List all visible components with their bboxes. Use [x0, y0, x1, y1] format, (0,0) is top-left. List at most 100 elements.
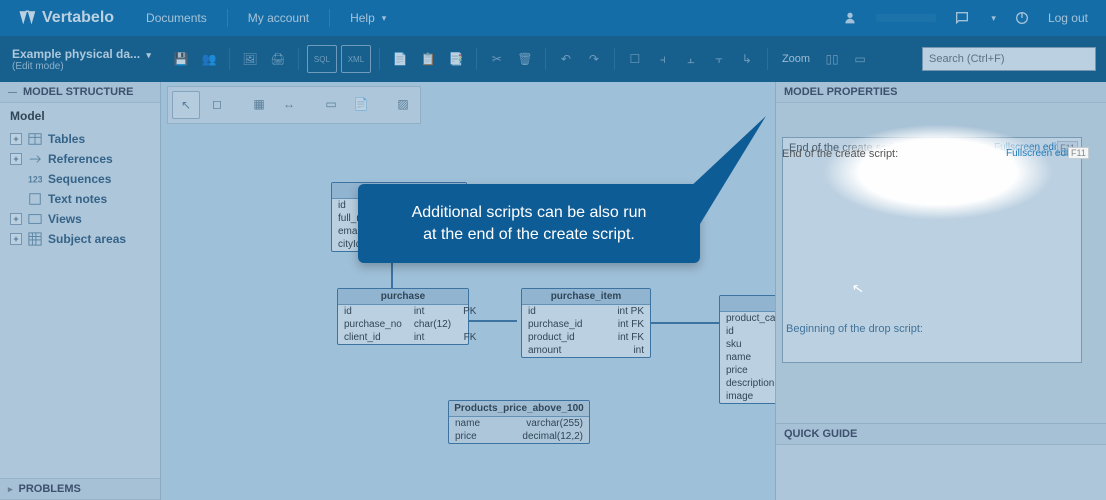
table-icon [28, 132, 42, 146]
canvas-toolbar: ↖ ◻ ▦ ↔ ▭ 📄 ▨ [167, 86, 421, 124]
save-icon[interactable]: 💾 [169, 47, 193, 71]
delete-icon[interactable]: 🗑 [513, 47, 537, 71]
new-doc-icon[interactable]: 📄 [388, 47, 412, 71]
cut-icon[interactable]: ✂ [485, 47, 509, 71]
xml-icon[interactable]: XML [341, 45, 371, 73]
top-nav: Documents My account Help▾ [132, 0, 400, 36]
vertabelo-icon [18, 9, 36, 27]
nav-help[interactable]: Help▾ [336, 0, 400, 36]
brand-name: Vertabelo [42, 9, 114, 27]
table-columns: idintPKpurchase_nochar(12)client_idintFK [338, 305, 482, 344]
logout-link[interactable]: Log out [1048, 11, 1088, 25]
model-structure-header[interactable]: —MODEL STRUCTURE [0, 82, 160, 103]
collapse-icon: — [8, 87, 17, 97]
search-input[interactable] [922, 47, 1096, 71]
undo-icon[interactable]: ↶ [554, 47, 578, 71]
fit-page-icon[interactable]: ▭ [848, 47, 872, 71]
f11-overlay: F11 [1068, 147, 1089, 159]
left-panel: —MODEL STRUCTURE Model +Tables +Referenc… [0, 82, 161, 500]
chevron-down-icon: ▾ [382, 0, 387, 36]
callout-tail-icon [672, 112, 782, 232]
table-columns: product_category_idintFKidintPKskuchar(1… [720, 312, 775, 403]
nav-sep [329, 9, 330, 27]
tutorial-callout: Additional scripts can be also run at th… [358, 184, 700, 263]
model-tree: +Tables +References 123Sequences Text no… [0, 129, 160, 249]
view-products-price[interactable]: Products_price_above_100 namevarchar(255… [448, 400, 590, 444]
nav-documents[interactable]: Documents [132, 0, 221, 36]
sql-icon[interactable]: SQL [307, 45, 337, 73]
marquee-tool-icon[interactable]: ◻ [204, 91, 230, 117]
power-icon [1014, 10, 1030, 26]
table-product[interactable]: product product_category_idintFKidintPKs… [719, 295, 775, 404]
expand-icon[interactable]: + [10, 133, 22, 145]
reference-tool-icon[interactable]: ↔ [276, 91, 302, 117]
copy-icon[interactable]: 📋 [416, 47, 440, 71]
top-right: ▾ Log out [842, 10, 1106, 26]
share-icon[interactable]: 👥 [197, 47, 221, 71]
connector-icon[interactable]: ↳ [735, 47, 759, 71]
svg-text:123: 123 [28, 175, 42, 185]
area-tool-icon[interactable]: ▨ [390, 91, 416, 117]
zoom-label: Zoom [782, 53, 810, 65]
tree-item-text-notes[interactable]: Text notes [6, 189, 160, 209]
pointer-tool-icon[interactable]: ↖ [172, 91, 200, 119]
fit-width-icon[interactable]: ▯▯ [820, 47, 844, 71]
tree-item-tables[interactable]: +Tables [6, 129, 160, 149]
nav-sep [227, 9, 228, 27]
stack-icon[interactable]: 📑 [444, 47, 468, 71]
table-title: purchase [338, 289, 468, 305]
document-name-block[interactable]: Example physical da... ▾ (Edit mode) [0, 41, 163, 78]
user-name-placeholder [876, 14, 936, 22]
tree-root[interactable]: Model [0, 103, 160, 129]
note-icon [28, 192, 42, 206]
reference-icon [28, 152, 42, 166]
view-icon [28, 212, 42, 226]
search-box [922, 47, 1096, 71]
drop-script-label: Beginning of the drop script: [786, 323, 923, 335]
toolbar: 💾 👥 🖼 🖨 SQL XML 📄 📋 📑 ✂ 🗑 ↶ ↷ ☐ ⫞ ⫠ ⫟ ↳ … [163, 45, 872, 73]
document-name: Example physical da... [12, 47, 140, 61]
align-right-icon[interactable]: ⫟ [707, 47, 731, 71]
table-title: purchase_item [522, 289, 650, 305]
grid-icon [28, 232, 42, 246]
user-icon[interactable] [842, 10, 858, 26]
document-bar: Example physical da... ▾ (Edit mode) 💾 👥… [0, 36, 1106, 82]
connector [649, 322, 719, 324]
table-title: product [720, 296, 775, 312]
redo-icon[interactable]: ↷ [582, 47, 606, 71]
callout-line1: Additional scripts can be also run [384, 202, 674, 224]
print-icon[interactable]: 🖨 [266, 47, 290, 71]
tree-item-views[interactable]: +Views [6, 209, 160, 229]
view-title: Products_price_above_100 [449, 401, 589, 417]
image-export-icon[interactable]: 🖼 [238, 47, 262, 71]
expand-icon[interactable]: + [10, 153, 22, 165]
nav-my-account[interactable]: My account [234, 0, 323, 36]
quick-guide-header[interactable]: QUICK GUIDE [776, 424, 1106, 445]
table-purchase[interactable]: purchase idintPKpurchase_nochar(12)clien… [337, 288, 469, 345]
model-properties-header[interactable]: MODEL PROPERTIES [776, 82, 1106, 103]
table-columns: idint PKpurchase_idint FKproduct_idint F… [522, 305, 650, 357]
tree-item-references[interactable]: +References [6, 149, 160, 169]
spotlight [774, 104, 1102, 240]
note-tool-icon[interactable]: 📄 [348, 91, 374, 117]
script-label-overlay: End of the create script: [782, 148, 898, 160]
brand-logo[interactable]: Vertabelo [0, 9, 132, 27]
expand-icon: ▸ [8, 484, 13, 495]
chevron-down-icon: ▾ [991, 13, 996, 24]
expand-icon[interactable]: + [10, 213, 22, 225]
table-purchase-item[interactable]: purchase_item idint PKpurchase_idint FKp… [521, 288, 651, 358]
sequence-icon: 123 [28, 172, 42, 186]
edit-box-icon[interactable]: ☐ [623, 47, 647, 71]
table-tool-icon[interactable]: ▦ [246, 91, 272, 117]
view-tool-icon[interactable]: ▭ [318, 91, 344, 117]
top-bar: Vertabelo Documents My account Help▾ ▾ L… [0, 0, 1106, 36]
problems-header[interactable]: ▸PROBLEMS [0, 479, 160, 500]
expand-icon[interactable]: + [10, 233, 22, 245]
fullscreen-link-overlay[interactable]: Fullscreen edit [1006, 148, 1071, 159]
align-center-icon[interactable]: ⫠ [679, 47, 703, 71]
tree-item-subject-areas[interactable]: +Subject areas [6, 229, 160, 249]
align-left-icon[interactable]: ⫞ [651, 47, 675, 71]
chat-icon[interactable] [954, 10, 970, 26]
tree-item-sequences[interactable]: 123Sequences [6, 169, 160, 189]
edit-mode-label: (Edit mode) [12, 61, 151, 72]
